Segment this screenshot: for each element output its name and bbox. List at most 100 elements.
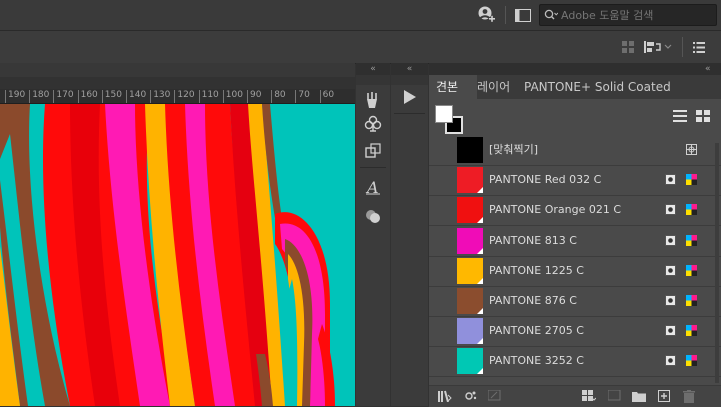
swatch-color-chip[interactable] bbox=[457, 227, 483, 254]
spot-corner-marker bbox=[477, 368, 483, 375]
ruler-tick-mark bbox=[319, 90, 321, 103]
arrange-documents-icon[interactable] bbox=[514, 7, 532, 23]
swatch-row[interactable]: PANTONE 813 C bbox=[429, 226, 721, 256]
ruler-tick-mark bbox=[295, 90, 297, 103]
distribute-icon[interactable] bbox=[621, 40, 635, 54]
ruler-tick-label: 130 bbox=[153, 90, 171, 100]
panel-tab-bar: 견본 레이어 PANTONE+ Solid Coated bbox=[429, 75, 721, 99]
swatch-color-chip[interactable] bbox=[457, 318, 483, 345]
ruler-tick-mark bbox=[5, 90, 6, 103]
spot-color-icon bbox=[665, 204, 676, 216]
spot-color-icon bbox=[665, 234, 676, 246]
spot-corner-marker bbox=[477, 247, 483, 254]
spot-color-icon bbox=[665, 295, 676, 306]
ruler-tick-label: 60 bbox=[322, 90, 335, 100]
swatch-name: PANTONE 1225 C bbox=[489, 263, 584, 277]
new-color-group-icon[interactable] bbox=[631, 389, 647, 403]
search-icon bbox=[544, 9, 558, 21]
swatch-options-icon[interactable] bbox=[487, 389, 503, 403]
swatch-row[interactable]: [맞춰찍기] bbox=[429, 135, 721, 165]
ruler-tick-mark bbox=[198, 90, 200, 103]
swatch-row[interactable]: PANTONE Red 032 C bbox=[429, 165, 721, 195]
swatch-name: PANTONE 2705 C bbox=[489, 324, 584, 338]
collapse-toggle[interactable]: « bbox=[391, 63, 428, 75]
swatch-name: PANTONE 3252 C bbox=[489, 354, 584, 368]
place-swatch-icon[interactable] bbox=[463, 389, 479, 403]
new-swatch-icon[interactable] bbox=[656, 389, 672, 403]
swatch-row[interactable]: PANTONE 3252 C bbox=[429, 346, 721, 376]
ruler-tick-mark bbox=[247, 90, 248, 103]
collapse-toggle[interactable]: « bbox=[356, 63, 390, 75]
ruler-tick-label: 100 bbox=[225, 90, 243, 100]
show-kind-menu-icon[interactable] bbox=[581, 389, 597, 403]
ruler-tick-label: 190 bbox=[8, 90, 26, 100]
delete-swatch-icon[interactable] bbox=[681, 389, 697, 403]
swatch-row[interactable]: PANTONE 2705 C bbox=[429, 316, 721, 346]
align-options-icon[interactable] bbox=[644, 39, 674, 55]
swatch-list: [맞춰찍기] PANTONE Red 032 C PANTONE Orange 02… bbox=[429, 135, 721, 381]
ruler-tick-label: 140 bbox=[129, 90, 147, 100]
fill-stroke-indicator[interactable] bbox=[435, 105, 463, 134]
tab-pantone-solid-coated[interactable]: PANTONE+ Solid Coated bbox=[517, 75, 678, 99]
cmyk-mode-icon bbox=[686, 355, 697, 367]
symbol-sprayer-icon[interactable] bbox=[362, 89, 384, 111]
character-styles-icon[interactable]: A bbox=[362, 176, 384, 198]
swatch-color-chip[interactable] bbox=[457, 167, 483, 194]
symbols-club-icon[interactable] bbox=[362, 113, 384, 135]
help-search-field[interactable] bbox=[539, 4, 717, 26]
swatch-options-disabled-icon[interactable] bbox=[607, 389, 623, 403]
ruler-tick-label: 120 bbox=[177, 90, 195, 100]
panel-menu-icon[interactable] bbox=[692, 40, 706, 54]
document-tab-area bbox=[0, 63, 355, 77]
panel-grip[interactable] bbox=[356, 75, 390, 85]
appearance-icon[interactable] bbox=[362, 205, 384, 227]
ruler-tick-label: 160 bbox=[80, 90, 98, 100]
ruler-tick-label: 80 bbox=[274, 90, 286, 100]
artboard[interactable] bbox=[0, 104, 355, 406]
ruler-tick-mark bbox=[101, 90, 103, 103]
ruler-tick-label: 150 bbox=[104, 90, 122, 100]
spot-color-icon bbox=[665, 325, 676, 337]
control-bar bbox=[0, 31, 721, 64]
swatch-name: [맞춰찍기] bbox=[489, 143, 539, 156]
transform-icon[interactable] bbox=[362, 140, 384, 162]
ruler-tick-mark bbox=[150, 90, 152, 103]
divider bbox=[360, 167, 386, 168]
swatch-color-chip[interactable] bbox=[457, 348, 483, 375]
tab-layers[interactable]: 레이어 bbox=[470, 75, 517, 99]
ruler-tick-mark bbox=[53, 90, 55, 103]
tool-icons-column: « A bbox=[356, 63, 390, 406]
fill-swatch[interactable] bbox=[435, 105, 453, 123]
spot-color-icon bbox=[665, 174, 676, 186]
help-search-input[interactable] bbox=[561, 8, 711, 22]
divider bbox=[505, 6, 506, 24]
collapsed-panel-column: « bbox=[391, 63, 428, 406]
ruler-tick-mark bbox=[271, 90, 273, 103]
swatch-row[interactable]: PANTONE Orange 021 C bbox=[429, 195, 721, 225]
swatch-color-chip[interactable] bbox=[457, 137, 483, 163]
thumbnail-view-icon[interactable] bbox=[694, 108, 712, 124]
horizontal-ruler[interactable]: 190 180 170 160 150 140 130 120 110 100 90 80 70 60 bbox=[0, 89, 355, 104]
list-view-icon[interactable] bbox=[671, 108, 689, 124]
scrollbar-track[interactable] bbox=[715, 143, 719, 383]
spot-color-icon bbox=[665, 264, 676, 276]
svg-text:A: A bbox=[365, 178, 379, 196]
swatch-color-chip[interactable] bbox=[457, 197, 483, 224]
swatch-color-chip[interactable] bbox=[457, 257, 483, 284]
play-icon[interactable] bbox=[400, 87, 420, 107]
collapse-toggle[interactable]: « bbox=[705, 63, 711, 75]
swatch-libraries-icon[interactable] bbox=[437, 389, 453, 403]
user-account-icon[interactable] bbox=[476, 5, 496, 25]
swatch-row[interactable]: PANTONE 1225 C bbox=[429, 256, 721, 286]
spot-corner-marker bbox=[477, 187, 483, 194]
ruler-tick-label: 110 bbox=[201, 90, 219, 100]
ruler-tick-label: 70 bbox=[298, 90, 310, 100]
panel-grip[interactable] bbox=[391, 75, 428, 85]
cmyk-mode-icon bbox=[686, 264, 697, 276]
app-bar bbox=[0, 0, 721, 31]
swatch-color-chip[interactable] bbox=[457, 288, 483, 314]
swatch-row[interactable]: PANTONE 876 C bbox=[429, 286, 721, 316]
row-divider bbox=[429, 376, 721, 378]
spot-corner-marker bbox=[477, 277, 483, 284]
spot-corner-marker bbox=[477, 308, 483, 314]
